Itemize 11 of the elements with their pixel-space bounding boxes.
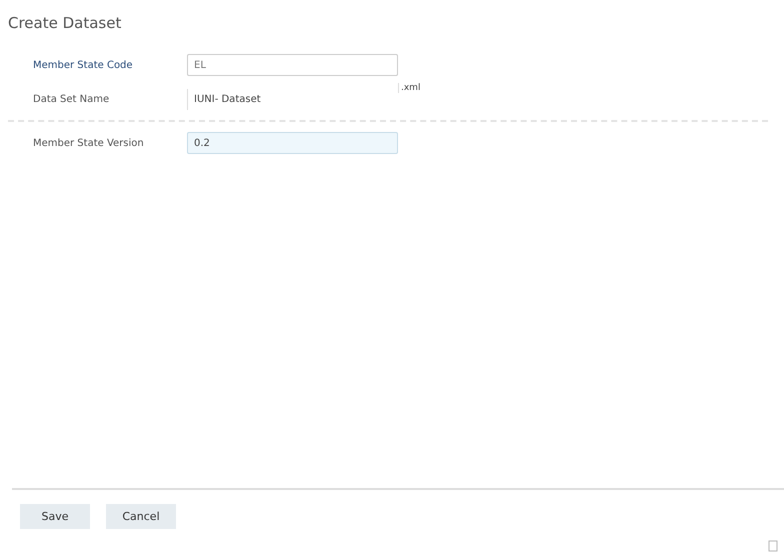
file-extension: .xml bbox=[398, 83, 420, 93]
field-label: Member State Version bbox=[33, 138, 145, 148]
resize-icon bbox=[768, 540, 778, 552]
field-label: Data Set Name bbox=[33, 94, 110, 104]
page-title: Create Dataset bbox=[8, 14, 122, 32]
field-value: IUNI- Dataset bbox=[187, 88, 398, 110]
field-label: Member State Code bbox=[33, 60, 134, 70]
save-button[interactable]: Save bbox=[20, 504, 90, 529]
cancel-button[interactable]: Cancel bbox=[106, 504, 176, 529]
input-field[interactable]: 0.2 bbox=[187, 132, 398, 154]
input-field[interactable]: EL bbox=[187, 54, 398, 76]
